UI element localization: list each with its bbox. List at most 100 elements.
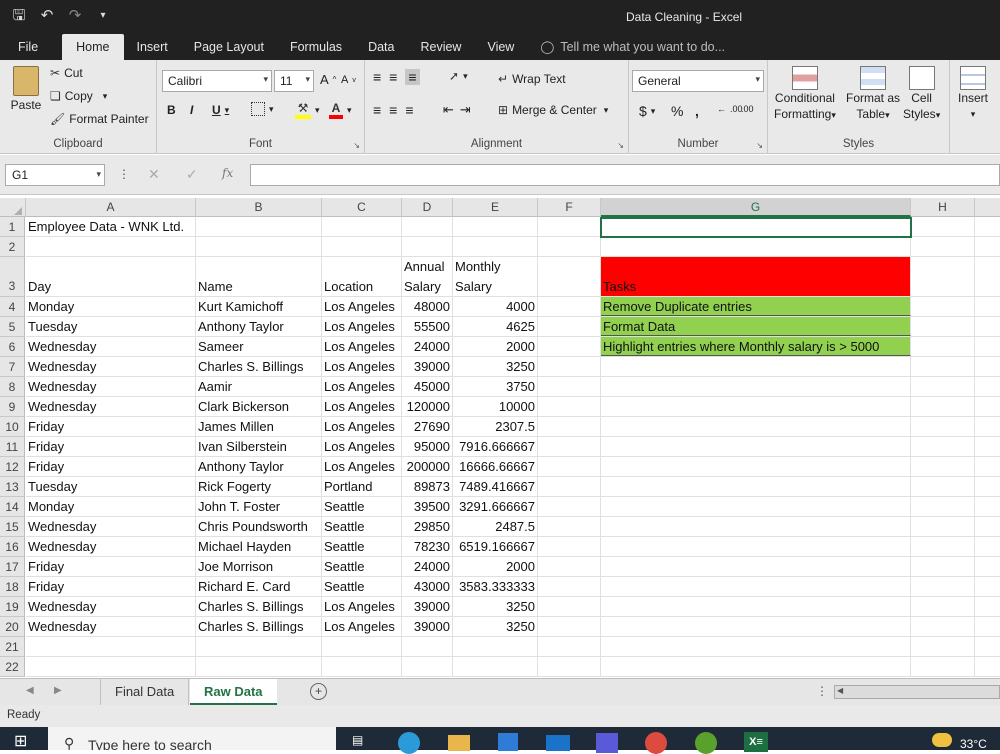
cell-c9[interactable]: Los Angeles xyxy=(322,397,402,416)
cell-e8[interactable]: 3750 xyxy=(453,377,538,396)
cell-e7[interactable]: 3250 xyxy=(453,357,538,376)
number-dialog-launcher-icon[interactable]: ↘ xyxy=(756,141,763,150)
cell-c20[interactable]: Los Angeles xyxy=(322,617,402,636)
cell-d17[interactable]: 24000 xyxy=(402,557,453,576)
align-bottom-icon[interactable]: ≡ xyxy=(405,69,420,85)
cell-e13[interactable]: 7489.416667 xyxy=(453,477,538,496)
row-header[interactable]: 6 xyxy=(0,337,24,357)
insert-function-button[interactable]: fx xyxy=(222,166,233,180)
insert-cells-button[interactable]: Insert ▾ xyxy=(958,66,988,122)
cell-a6[interactable]: Wednesday xyxy=(26,337,196,356)
cell-h17[interactable] xyxy=(911,557,975,576)
cell-f20[interactable] xyxy=(538,617,601,636)
cell-h6[interactable] xyxy=(911,337,975,356)
font-size-select[interactable]: 11 ▾ xyxy=(274,70,314,92)
cell-a7[interactable]: Wednesday xyxy=(26,357,196,376)
cell-e10[interactable]: 2307.5 xyxy=(453,417,538,436)
more-options-icon[interactable]: ⋮ xyxy=(816,684,828,698)
cell-c19[interactable]: Los Angeles xyxy=(322,597,402,616)
cell-a14[interactable]: Monday xyxy=(26,497,196,516)
cell-b15[interactable]: Chris Poundsworth xyxy=(196,517,322,536)
tell-me-box[interactable]: ◯ Tell me what you want to do... xyxy=(527,34,738,60)
cell-d6[interactable]: 24000 xyxy=(402,337,453,356)
column-header-a[interactable]: A xyxy=(26,198,196,217)
cell-c15[interactable]: Seattle xyxy=(322,517,402,536)
cell-f9[interactable] xyxy=(538,397,601,416)
cell-b22[interactable] xyxy=(196,657,322,676)
cell-e11[interactable]: 7916.666667 xyxy=(453,437,538,456)
cell-c2[interactable] xyxy=(322,237,402,256)
taskbar-search-box[interactable]: ⚲ Type here to search xyxy=(48,727,336,750)
percent-button[interactable]: % xyxy=(671,103,683,119)
cell-g19[interactable] xyxy=(601,597,911,616)
cell-a4[interactable]: Monday xyxy=(26,297,196,316)
cell-g2[interactable] xyxy=(601,237,911,256)
tab-review[interactable]: Review xyxy=(407,34,474,60)
row-header[interactable]: 12 xyxy=(0,457,24,477)
name-box[interactable]: G1 ▾ xyxy=(5,164,105,186)
font-dialog-launcher-icon[interactable]: ↘ xyxy=(353,141,360,150)
column-header-d[interactable]: D xyxy=(402,198,453,217)
row-header[interactable]: 18 xyxy=(0,577,24,597)
cut-button[interactable]: ✂ Cut xyxy=(50,66,83,80)
font-color-button[interactable]: A ▾ xyxy=(329,101,352,119)
cell-h12[interactable] xyxy=(911,457,975,476)
row-header[interactable]: 5 xyxy=(0,317,24,337)
undo-icon[interactable]: ↶ xyxy=(36,5,58,27)
cell-e1[interactable] xyxy=(453,217,538,236)
redo-icon[interactable]: ↷ xyxy=(64,5,86,27)
cell-f1[interactable] xyxy=(538,217,601,236)
cell-g1[interactable] xyxy=(601,217,911,236)
cell-h21[interactable] xyxy=(911,637,975,656)
cell-d22[interactable] xyxy=(402,657,453,676)
cell-e20[interactable]: 3250 xyxy=(453,617,538,636)
scroll-left-icon[interactable]: ◀ xyxy=(26,685,34,696)
cell-h19[interactable] xyxy=(911,597,975,616)
tab-data[interactable]: Data xyxy=(355,34,407,60)
tab-formulas[interactable]: Formulas xyxy=(277,34,355,60)
cell-b9[interactable]: Clark Bickerson xyxy=(196,397,322,416)
cell-f14[interactable] xyxy=(538,497,601,516)
cell-a17[interactable]: Friday xyxy=(26,557,196,576)
cell-f5[interactable] xyxy=(538,317,601,336)
cell-h9[interactable] xyxy=(911,397,975,416)
cell-styles-button[interactable]: Cell Styles▾ xyxy=(903,66,940,123)
cell-c17[interactable]: Seattle xyxy=(322,557,402,576)
row-header[interactable]: 19 xyxy=(0,597,24,617)
cell-h5[interactable] xyxy=(911,317,975,336)
merge-center-button[interactable]: ⊞ Merge & Center ▾ xyxy=(498,103,608,117)
cell-d10[interactable]: 27690 xyxy=(402,417,453,436)
align-top-icon[interactable]: ≡ xyxy=(373,69,381,85)
cell-f16[interactable] xyxy=(538,537,601,556)
select-all-button[interactable] xyxy=(0,198,26,217)
windows-start-icon[interactable]: ⊞ xyxy=(14,731,27,751)
cell-d3[interactable]: Annual Salary xyxy=(402,257,453,296)
cell-c18[interactable]: Seattle xyxy=(322,577,402,596)
cell-h3[interactable] xyxy=(911,257,975,296)
cell-b8[interactable]: Aamir xyxy=(196,377,322,396)
cell-b19[interactable]: Charles S. Billings xyxy=(196,597,322,616)
cell-h8[interactable] xyxy=(911,377,975,396)
font-name-select[interactable]: Calibri ▾ xyxy=(162,70,272,92)
cell-d7[interactable]: 39000 xyxy=(402,357,453,376)
cell-a10[interactable]: Friday xyxy=(26,417,196,436)
cell-h14[interactable] xyxy=(911,497,975,516)
cell-e19[interactable]: 3250 xyxy=(453,597,538,616)
cell-b4[interactable]: Kurt Kamichoff xyxy=(196,297,322,316)
row-header[interactable]: 3 xyxy=(0,257,24,297)
orientation-button[interactable]: ➚ ▾ xyxy=(449,69,468,83)
row-header[interactable]: 8 xyxy=(0,377,24,397)
cell-g8[interactable] xyxy=(601,377,911,396)
cell-a12[interactable]: Friday xyxy=(26,457,196,476)
cell-h22[interactable] xyxy=(911,657,975,676)
cell-g7[interactable] xyxy=(601,357,911,376)
cell-e16[interactable]: 6519.166667 xyxy=(453,537,538,556)
cell-a19[interactable]: Wednesday xyxy=(26,597,196,616)
cell-f18[interactable] xyxy=(538,577,601,596)
cell-b1[interactable] xyxy=(196,217,322,236)
decrease-decimal-button[interactable]: .00 xyxy=(741,104,754,114)
cell-h15[interactable] xyxy=(911,517,975,536)
cell-f6[interactable] xyxy=(538,337,601,356)
cell-b11[interactable]: Ivan Silberstein xyxy=(196,437,322,456)
cell-c3[interactable]: Location xyxy=(322,257,402,296)
